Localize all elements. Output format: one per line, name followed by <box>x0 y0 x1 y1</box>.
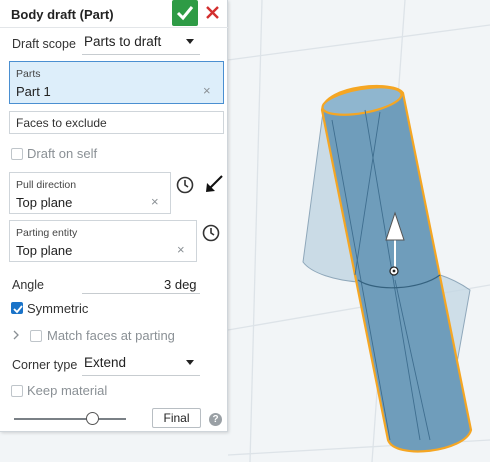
parting-entity-field[interactable]: Parting entity Top plane × <box>9 220 197 262</box>
pull-direction-label: Pull direction <box>16 179 77 191</box>
symmetric-label: Symmetric <box>27 301 89 316</box>
keep-material-checkbox[interactable] <box>11 385 23 397</box>
corner-type-underline <box>82 375 200 376</box>
parts-value: Part 1 <box>16 84 51 99</box>
corner-type-select[interactable]: Extend <box>84 355 126 370</box>
rollback-slider-handle[interactable] <box>86 412 99 425</box>
checkmark-icon <box>13 305 23 314</box>
faces-to-exclude-placeholder: Faces to exclude <box>16 116 107 130</box>
clear-pull-direction-icon[interactable]: × <box>151 194 159 209</box>
pull-direction-field[interactable]: Pull direction Top plane × <box>9 172 171 214</box>
body-draft-dialog: Body draft (Part) Draft scope Parts to d… <box>0 0 228 432</box>
corner-type-label: Corner type <box>12 358 78 372</box>
accept-button[interactable] <box>172 0 198 26</box>
draft-scope-underline <box>82 54 200 55</box>
help-icon[interactable]: ? <box>209 413 222 426</box>
close-icon <box>206 6 219 19</box>
angle-input[interactable]: 3 deg <box>164 277 197 292</box>
pull-direction-value: Top plane <box>16 195 73 210</box>
parting-entity-value: Top plane <box>16 243 73 258</box>
angle-underline <box>82 293 200 294</box>
chevron-down-icon[interactable] <box>186 39 194 44</box>
clear-parts-icon[interactable]: × <box>203 83 211 98</box>
cancel-button[interactable] <box>203 3 223 23</box>
match-faces-label: Match faces at parting <box>47 328 175 343</box>
draft-scope-label: Draft scope <box>12 37 76 51</box>
keep-material-label: Keep material <box>27 383 108 398</box>
chevron-down-icon[interactable] <box>186 360 194 365</box>
match-faces-checkbox[interactable] <box>30 330 42 342</box>
draft-scope-select[interactable]: Parts to draft <box>84 34 161 49</box>
checkmark-icon <box>176 6 194 21</box>
flip-direction-arrow-icon[interactable] <box>203 173 225 195</box>
opposite-direction-icon[interactable] <box>175 175 195 195</box>
draft-on-self-checkbox[interactable] <box>11 148 23 160</box>
faces-to-exclude-field[interactable]: Faces to exclude <box>9 111 224 134</box>
parting-entity-label: Parting entity <box>16 227 78 239</box>
dialog-header: Body draft (Part) <box>0 0 228 28</box>
parting-entity-clock-icon[interactable] <box>201 223 221 243</box>
angle-label: Angle <box>12 278 44 292</box>
chevron-right-icon[interactable] <box>12 330 20 340</box>
symmetric-checkbox[interactable] <box>11 302 23 314</box>
parts-field[interactable]: Parts Part 1 × <box>9 61 224 104</box>
final-button[interactable]: Final <box>152 408 201 428</box>
draft-on-self-label: Draft on self <box>27 146 98 161</box>
dialog-title: Body draft (Part) <box>11 7 114 22</box>
rollback-slider-track[interactable] <box>14 418 126 420</box>
parts-label: Parts <box>16 68 41 80</box>
clear-parting-entity-icon[interactable]: × <box>177 242 185 257</box>
